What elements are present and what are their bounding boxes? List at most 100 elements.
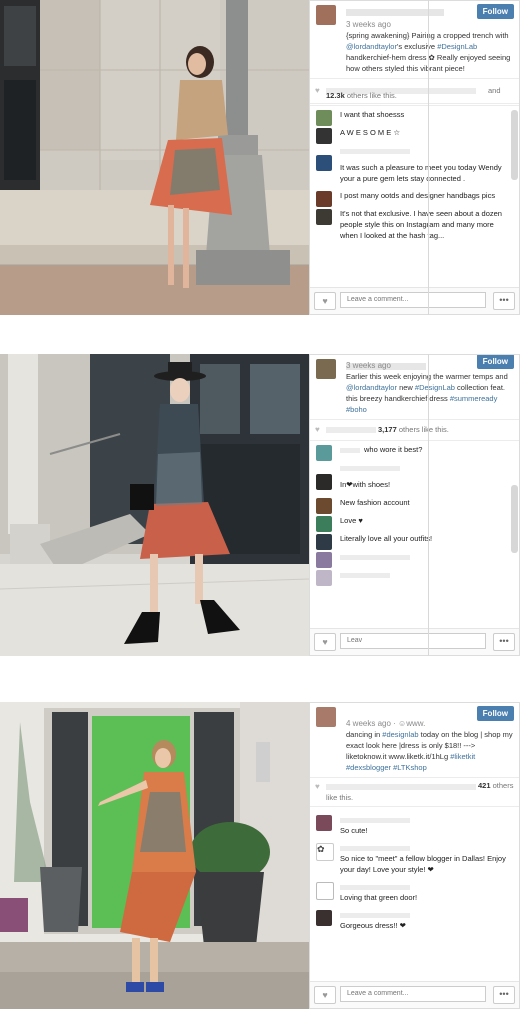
flower-icon: ✿ — [317, 844, 325, 854]
follow-button[interactable]: Follow — [476, 706, 514, 721]
commenter-avatar[interactable] — [316, 815, 332, 831]
likes-count-row: 12.3k others like this. — [310, 91, 519, 106]
photo-street-hat — [0, 354, 309, 656]
comment: It's not that exclusive. I have seen abo… — [310, 205, 519, 244]
post-header: Follow 3 weeks ago Earlier this week enj… — [310, 355, 519, 420]
post-photo — [0, 0, 309, 315]
comment: I want that shoesss — [310, 106, 519, 126]
comment: who wore it best? — [310, 441, 519, 461]
follow-button[interactable]: Follow — [476, 355, 514, 369]
comment-text: It's not that exclusive. I have seen abo… — [340, 209, 502, 240]
commenter-avatar[interactable] — [316, 882, 334, 900]
commenter-name-blurred — [340, 148, 410, 154]
more-options-button[interactable]: ••• — [493, 986, 515, 1004]
comment-input[interactable] — [340, 633, 486, 649]
comment-input[interactable] — [340, 292, 486, 308]
commenter-avatar[interactable] — [316, 474, 332, 490]
heart-icon: ♥ — [322, 637, 328, 647]
like-button[interactable]: ♥ — [314, 292, 336, 310]
more-options-button[interactable]: ••• — [493, 633, 515, 651]
comment: So cute! — [310, 811, 519, 839]
commenter-avatar[interactable] — [316, 910, 332, 926]
likes-count: 3,177 — [378, 425, 397, 434]
likes-count: 12.3k — [326, 91, 345, 100]
commenter-avatar[interactable] — [316, 570, 332, 586]
comment-text: It was such a pleasure to meet you today… — [340, 163, 502, 183]
comment: In❤with shoes! — [310, 474, 519, 494]
comment-bar: ♥ ••• — [310, 287, 519, 314]
comment: New fashion account — [310, 494, 519, 514]
commenter-name-blurred — [340, 845, 410, 851]
comment-list: I want that shoesss A W E S O M E ☆ It w… — [310, 106, 519, 244]
user-avatar[interactable] — [316, 359, 336, 379]
comment — [310, 566, 519, 586]
likers-blurred — [326, 427, 376, 433]
post-3: Follow 4 weeks ago · ☺www. dancing in #d… — [0, 702, 520, 1009]
comment-text: Literally love all your outfits! — [340, 534, 433, 543]
user-avatar[interactable] — [316, 707, 336, 727]
post-1: Follow 3 weeks ago {spring awakening} Pa… — [0, 0, 520, 315]
post-2: Follow 3 weeks ago Earlier this week enj… — [0, 354, 520, 656]
post-caption: dancing in #designlab today on the blog … — [346, 730, 513, 772]
commenter-avatar[interactable] — [316, 155, 332, 171]
comment-text: New fashion account — [340, 498, 410, 507]
likes-text: others like this. — [396, 425, 449, 434]
comment-text: In❤with shoes! — [340, 480, 391, 489]
post-caption: Earlier this week enjoying the warmer te… — [346, 372, 508, 414]
commenter-name-blurred — [340, 817, 410, 823]
likes-text-2: like this. — [326, 793, 354, 802]
commenter-avatar[interactable] — [316, 209, 332, 225]
post-header: Follow 3 weeks ago {spring awakening} Pa… — [310, 1, 519, 79]
scrollbar[interactable] — [511, 485, 518, 553]
more-options-button[interactable]: ••• — [493, 292, 515, 310]
comment — [310, 548, 519, 568]
comments-panel: Follow 4 weeks ago · ☺www. dancing in #d… — [309, 702, 520, 1009]
comments-panel: Follow 3 weeks ago {spring awakening} Pa… — [309, 0, 520, 315]
commenter-name-blurred — [340, 554, 410, 560]
heart-icon: ♥ — [315, 782, 320, 791]
commenter-name-blurred — [340, 465, 400, 471]
commenter-avatar[interactable]: ✿ — [316, 843, 334, 861]
comment-text: Love ♥ — [340, 516, 363, 525]
post-caption: {spring awakening} Pairing a cropped tre… — [346, 31, 511, 73]
divider — [428, 354, 429, 656]
comment-text: So nice to "meet" a fellow blogger in Da… — [340, 854, 506, 874]
user-avatar[interactable] — [316, 5, 336, 25]
follow-button[interactable]: Follow — [476, 4, 514, 19]
comment: Gorgeous dress!! ❤ — [310, 906, 519, 934]
comment-text: A W E S O M E ☆ — [340, 128, 401, 137]
heart-icon: ♥ — [322, 296, 328, 306]
comment-bar: ♥ ••• — [310, 981, 519, 1008]
comment: Love ♥ — [310, 512, 519, 532]
likes-text: others like this. — [344, 91, 397, 100]
likes-count: 421 — [478, 781, 491, 790]
like-button[interactable]: ♥ — [314, 986, 336, 1004]
comment-text: I post many ootds and designer handbags … — [340, 191, 496, 200]
comment: Loving that green door! — [310, 878, 519, 906]
comment: Literally love all your outfits! — [310, 530, 519, 550]
comment-list: who wore it best? In❤with shoes! New fas… — [310, 441, 519, 586]
commenter-name-blurred — [340, 572, 390, 578]
commenter-name-blurred — [340, 447, 360, 453]
post-photo — [0, 354, 309, 656]
comment-text: So cute! — [340, 826, 368, 835]
comment: It was such a pleasure to meet you today… — [310, 155, 519, 187]
username[interactable] — [346, 9, 444, 16]
comment — [310, 459, 519, 476]
comment: A W E S O M E ☆ — [310, 124, 519, 144]
photo-street-trench — [0, 0, 309, 315]
comment-list: So cute! ✿ So nice to "meet" a fellow blo… — [310, 807, 519, 934]
comment-text: who wore it best? — [364, 445, 423, 454]
comments-panel: Follow 3 weeks ago Earlier this week enj… — [309, 354, 520, 656]
likes-row: ♥ 3,177 others like this. — [310, 420, 519, 441]
heart-icon: ♥ — [322, 990, 328, 1000]
comment — [310, 142, 519, 159]
comment-input[interactable] — [340, 986, 486, 1002]
comment: I post many ootds and designer handbags … — [310, 187, 519, 207]
post-time: 3 weeks ago — [346, 20, 391, 29]
comment-bar: ♥ ••• — [310, 628, 519, 655]
like-button[interactable]: ♥ — [314, 633, 336, 651]
comment-text: I want that shoesss — [340, 110, 405, 119]
likers-blurred — [326, 784, 476, 790]
scrollbar[interactable] — [511, 110, 518, 180]
